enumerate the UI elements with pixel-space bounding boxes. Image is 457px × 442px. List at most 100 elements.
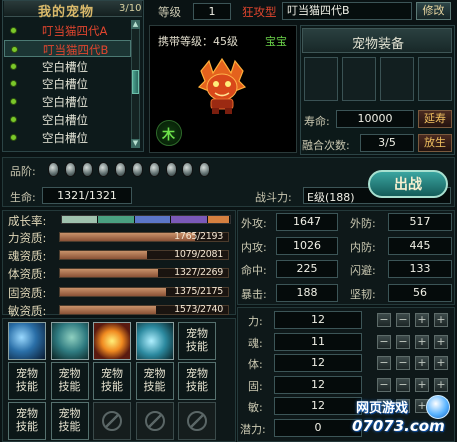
empty-skill-slot[interactable]: 宠物技能 <box>8 402 46 440</box>
stat-value: 1026 <box>276 236 338 255</box>
stat-label: 命中: <box>241 264 267 277</box>
attribute-minus-button[interactable]: − <box>396 377 410 392</box>
attribute-plus-all-button[interactable]: + <box>434 377 448 392</box>
pet-list-title: 我的宠物 <box>38 5 95 20</box>
element-label: 木 <box>162 128 176 143</box>
attribute-plus-all-button[interactable]: + <box>434 334 448 349</box>
pet-list-item[interactable]: 空白槽位 <box>4 129 131 146</box>
release-pet-button[interactable]: 放生 <box>418 134 452 152</box>
aptitude-label: 力资质: <box>8 231 47 245</box>
pet-list-item-selected[interactable]: 叮当猫四代B <box>4 39 131 57</box>
stat-label: 暴击: <box>241 287 267 301</box>
pet-list-item-name: 空白槽位 <box>42 59 88 74</box>
battle-button[interactable]: 出战 <box>368 170 448 198</box>
aptitude-bar: 1375/2175 <box>59 286 229 297</box>
locked-skill-slot[interactable] <box>178 402 216 440</box>
watermark-line2: 07073.com <box>352 417 445 435</box>
attribute-value: 12 <box>274 311 362 329</box>
power-value: E级(188) <box>307 191 355 204</box>
growth-rate-segment <box>98 216 135 223</box>
attribute-plus-all-button[interactable]: + <box>434 313 448 327</box>
attribute-minus-all-button[interactable]: − <box>377 356 391 371</box>
hp-value: 1321/1321 <box>42 187 132 204</box>
attribute-plus-button[interactable]: + <box>415 356 429 371</box>
attribute-value: 12 <box>274 354 362 373</box>
aptitude-bar: 1573/2740 <box>59 304 229 315</box>
lifespan-label: 寿命: <box>304 115 330 128</box>
status-dot-icon <box>10 133 17 141</box>
equipment-slot-4[interactable] <box>418 57 452 101</box>
growth-rate-bar <box>61 215 231 224</box>
skill-slot-label: 宠物技能 <box>186 367 208 393</box>
empty-skill-slot[interactable]: 宠物技能 <box>135 362 174 400</box>
growth-label: 成长率: <box>8 214 47 228</box>
pet-list-item-name: 叮当猫四代A <box>42 24 108 38</box>
status-dot-icon <box>10 27 17 34</box>
aptitude-value: 1079/2081 <box>174 249 223 261</box>
empty-skill-slot[interactable]: 宠物技能 <box>178 322 216 360</box>
skill-slot-label: 宠物技能 <box>58 367 81 393</box>
pet-name-input[interactable]: 叮当猫四代B <box>282 2 412 20</box>
skill-slot-label: 宠物技能 <box>58 407 81 433</box>
equipment-slot-2[interactable] <box>342 57 376 101</box>
aptitude-bar-fill <box>60 269 159 278</box>
aptitude-label: 体资质: <box>8 267 47 282</box>
attribute-minus-all-button[interactable]: − <box>377 334 391 349</box>
aptitude-label: 魂资质: <box>8 249 47 264</box>
empty-skill-slot[interactable]: 宠物技能 <box>178 362 216 400</box>
attribute-plus-button[interactable]: + <box>415 334 429 349</box>
skill-slot-label: 宠物技能 <box>186 327 208 353</box>
skill-icon-dragon[interactable] <box>135 322 174 360</box>
attribute-plus-button[interactable]: + <box>415 313 429 327</box>
quality-label: 品阶: <box>10 165 36 178</box>
rename-button[interactable]: 修改 <box>416 2 451 20</box>
scroll-thumb[interactable] <box>132 70 139 94</box>
attribute-plus-button[interactable]: + <box>415 377 429 392</box>
empty-skill-slot[interactable]: 宠物技能 <box>8 362 46 400</box>
skill-icon-moon[interactable] <box>8 322 46 360</box>
aptitude-bar: 1079/2081 <box>59 249 229 261</box>
stat-value: 56 <box>388 283 452 302</box>
attribute-minus-button[interactable]: − <box>396 356 410 371</box>
status-dot-icon <box>10 80 17 88</box>
empty-skill-slot[interactable]: 宠物技能 <box>50 362 89 400</box>
quality-gem-icon <box>48 162 59 177</box>
equipment-slot-3[interactable] <box>380 57 414 101</box>
attribute-minus-all-button[interactable]: − <box>377 313 391 327</box>
quality-gem-icon <box>132 162 143 177</box>
skill-icon-beast[interactable] <box>50 322 89 360</box>
pet-list-item-name: 叮当猫四代B <box>43 42 109 57</box>
skill-slot-label: 宠物技能 <box>16 407 38 433</box>
growth-rate-segment <box>171 216 208 223</box>
pet-list-item[interactable]: 叮当猫四代A <box>4 22 131 39</box>
stat-value: 1647 <box>276 213 338 231</box>
attribute-minus-button[interactable]: − <box>396 313 410 327</box>
empty-skill-slot[interactable]: 宠物技能 <box>93 362 131 400</box>
attribute-plus-all-button[interactable]: + <box>434 356 448 371</box>
pet-list-item[interactable]: 空白槽位 <box>4 111 131 128</box>
pet-list-item[interactable]: 空白槽位 <box>4 75 131 92</box>
scroll-down-icon[interactable]: ▼ <box>131 139 140 148</box>
watermark-swirl-icon <box>426 395 450 419</box>
stat-value: 445 <box>388 236 452 255</box>
attribute-minus-button[interactable]: − <box>396 334 410 349</box>
skill-icon-sun[interactable] <box>93 322 131 360</box>
scroll-up-icon[interactable]: ▲ <box>131 20 140 29</box>
aptitude-bar-fill <box>60 305 157 314</box>
attribute-label: 体: <box>248 358 263 372</box>
attribute-minus-all-button[interactable]: − <box>377 377 391 392</box>
no-entry-icon <box>187 411 207 431</box>
pet-list-item[interactable]: 空白槽位 <box>4 58 131 75</box>
locked-skill-slot[interactable] <box>93 402 131 440</box>
pet-sprite-image <box>197 57 247 114</box>
extend-life-button[interactable]: 延寿 <box>418 110 452 128</box>
locked-skill-slot[interactable] <box>135 402 174 440</box>
quality-gem-icon <box>115 162 127 177</box>
stat-label: 闪避: <box>350 264 376 277</box>
empty-skill-slot[interactable]: 宠物技能 <box>50 402 89 440</box>
attribute-label: 魂: <box>248 336 263 350</box>
pet-list-item-name: 空白槽位 <box>42 130 88 145</box>
attribute-value: 11 <box>274 332 362 351</box>
equipment-slot-1[interactable] <box>304 57 338 101</box>
pet-list-item[interactable]: 空白槽位 <box>4 93 131 110</box>
